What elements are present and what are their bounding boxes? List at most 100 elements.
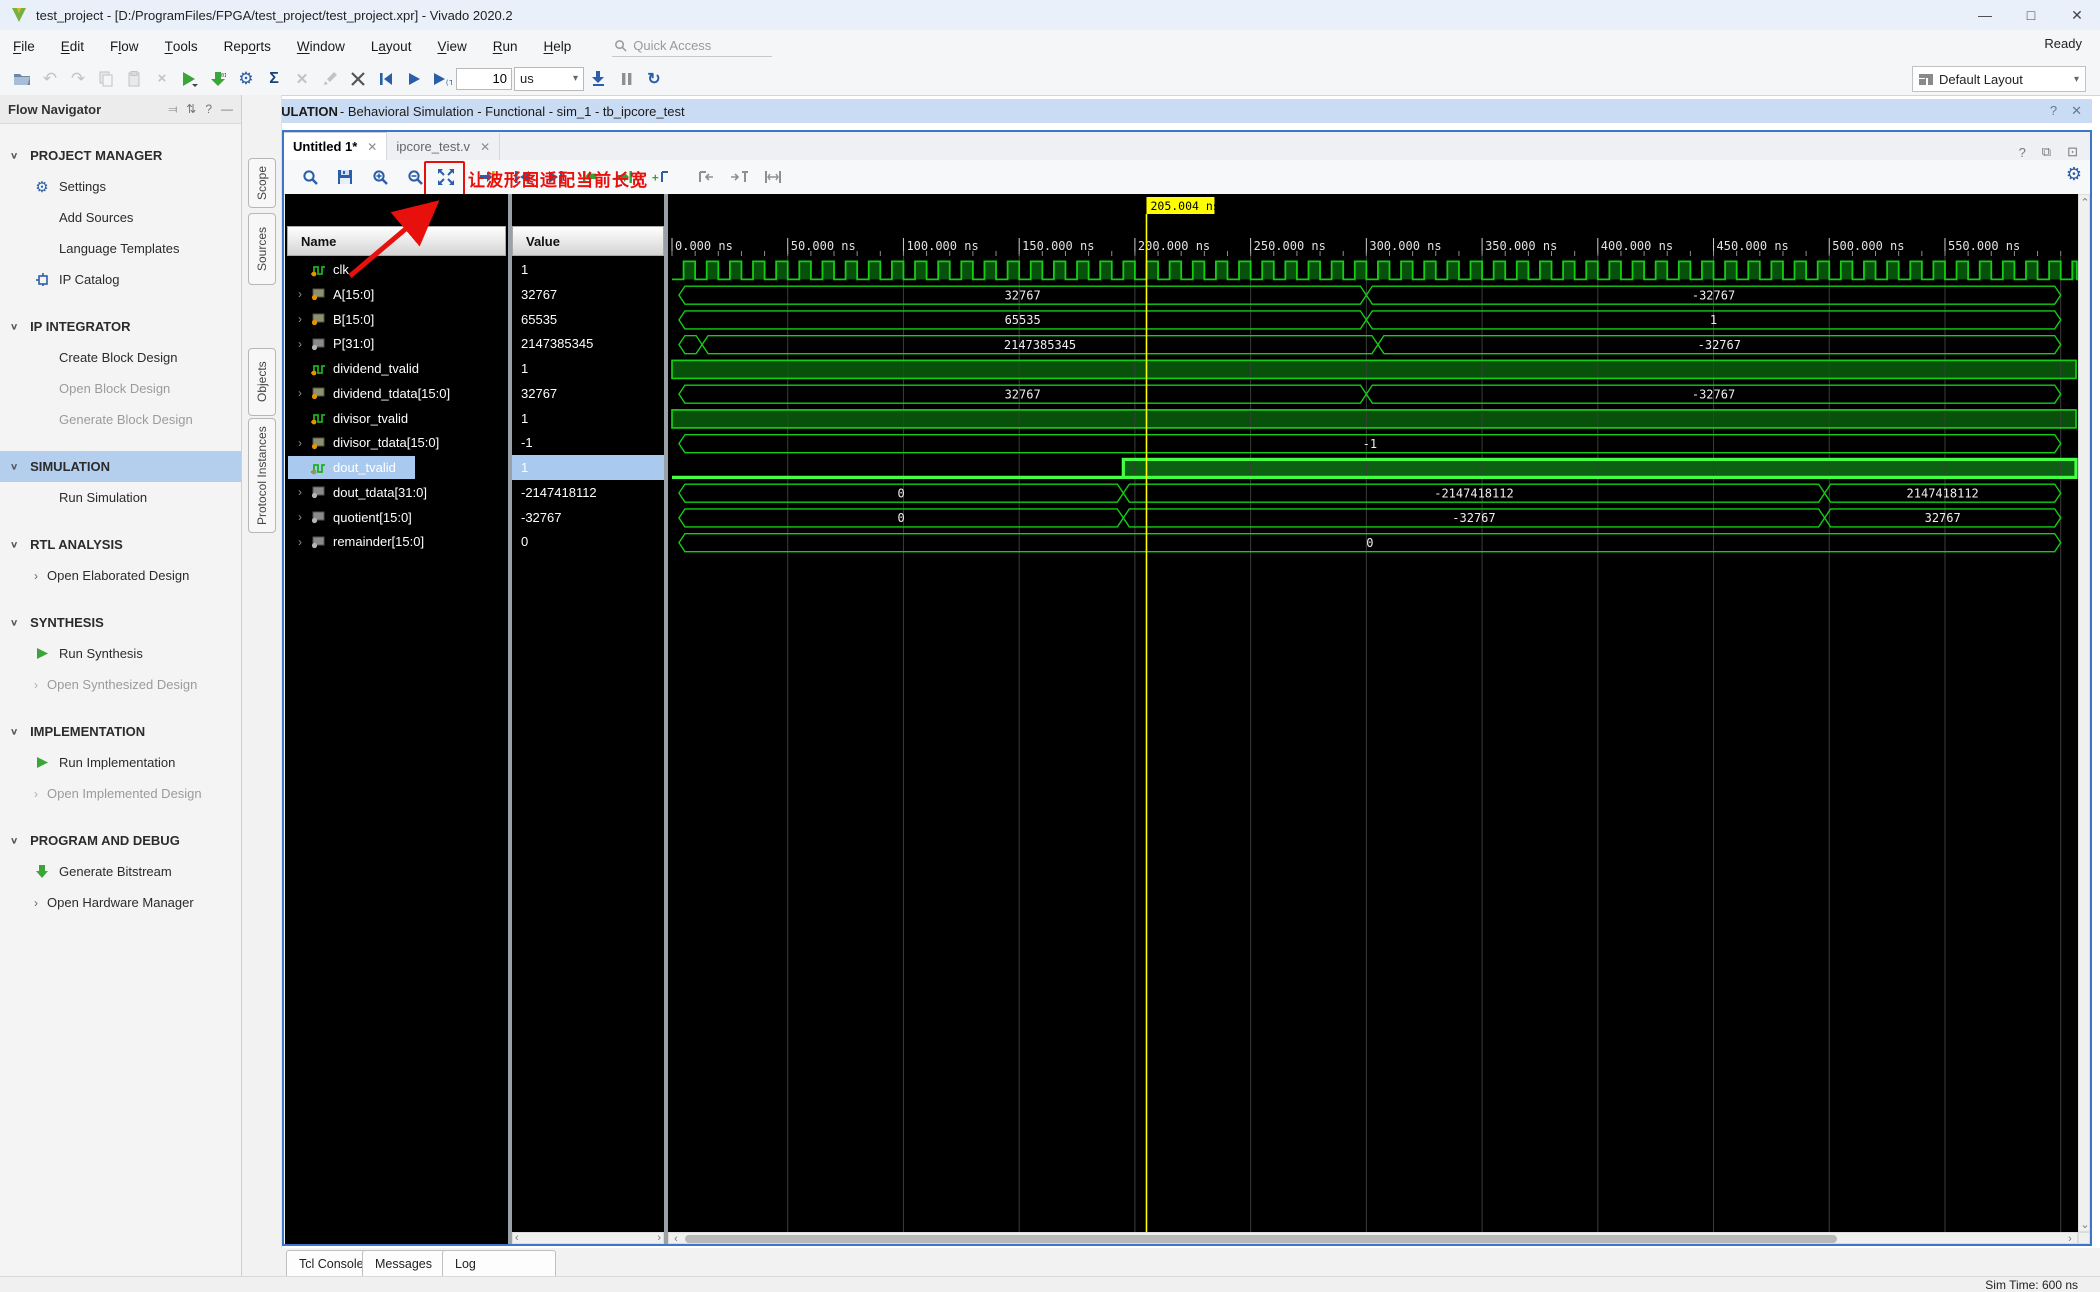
save-wave-config-button[interactable] — [330, 164, 360, 190]
flow-item-generate-block-design[interactable]: Generate Block Design — [0, 404, 241, 435]
zoom-in-button[interactable] — [365, 164, 395, 190]
signal-value-divisor_tvalid[interactable]: 1 — [512, 406, 664, 431]
flow-item-open-hardware-manager[interactable]: › Open Hardware Manager — [0, 887, 241, 918]
flow-item-open-implemented-design[interactable]: › Open Implemented Design — [0, 778, 241, 809]
restart-button[interactable] — [372, 66, 400, 92]
flow-section-implementation[interactable]: ∨ IMPLEMENTATION — [0, 716, 241, 747]
time-unit-select[interactable]: us ▾ — [514, 66, 584, 91]
menu-file[interactable]: File — [0, 30, 48, 62]
open-project-button[interactable] — [8, 66, 36, 92]
menu-help[interactable]: Help — [531, 30, 585, 62]
expand-icon[interactable]: ⇅ — [186, 102, 196, 117]
wave-settings-gear-icon[interactable]: ⚙ — [2066, 164, 2082, 185]
minimize-icon[interactable]: — — [221, 102, 233, 117]
run-button[interactable] — [176, 66, 204, 92]
scroll-down-icon[interactable]: ⌄ — [2079, 1217, 2091, 1231]
signal-value-remainder150[interactable]: 0 — [512, 529, 664, 554]
menu-run[interactable]: Run — [480, 30, 531, 62]
step-button[interactable] — [584, 66, 612, 92]
flow-section-synthesis[interactable]: ∨ SYNTHESIS — [0, 607, 241, 638]
scroll-right-icon[interactable]: › — [2063, 1233, 2077, 1245]
expand-icon[interactable]: › — [293, 312, 307, 326]
signal-value-dout_tdata310[interactable]: -2147418112 — [512, 480, 664, 505]
signal-value-quotient150[interactable]: -32767 — [512, 505, 664, 530]
value-panel-scrollbar[interactable]: ‹ › — [512, 1232, 664, 1244]
scroll-right-icon[interactable]: › — [657, 1232, 661, 1244]
close-button[interactable]: ✕ — [2054, 0, 2100, 30]
run-all-button[interactable] — [400, 66, 428, 92]
menu-flow[interactable]: Fl ow — [97, 30, 152, 62]
flow-item-generate-bitstream[interactable]: Generate Bitstream — [0, 856, 241, 887]
flow-item-language-templates[interactable]: Language Templates — [0, 233, 241, 264]
flow-section-ip-integrator[interactable]: ∨ IP INTEGRATOR — [0, 311, 241, 342]
flow-item-ip-catalog[interactable]: IP Catalog — [0, 264, 241, 295]
break-button[interactable] — [344, 66, 372, 92]
menu-view[interactable]: View — [424, 30, 479, 62]
bottom-tab-log[interactable]: Log — [442, 1250, 556, 1278]
menu-window[interactable]: Window — [284, 30, 358, 62]
flow-section-rtl-analysis[interactable]: ∨ RTL ANALYSIS — [0, 529, 241, 560]
find-button[interactable] — [295, 164, 325, 190]
name-column-header[interactable]: Name — [287, 226, 506, 256]
relaunch-button[interactable]: ↻ — [640, 66, 668, 92]
quick-access-search[interactable]: Quick Access — [612, 36, 773, 57]
expand-icon[interactable]: › — [293, 436, 307, 450]
signal-row-dout_tdata310[interactable]: › dout_tdata[31:0] — [285, 480, 508, 505]
help-icon[interactable]: ? — [2019, 145, 2026, 160]
signal-value-a150[interactable]: 32767 — [512, 282, 664, 307]
tab-ipcore-test[interactable]: ipcore_test.v ✕ — [387, 133, 501, 160]
flow-section-simulation[interactable]: ∨ SIMULATION — [0, 451, 241, 482]
cancel-button[interactable]: ✕ — [288, 66, 316, 92]
redo-button[interactable]: ↷ — [64, 66, 92, 92]
settings-gear-button[interactable]: ⚙ — [232, 66, 260, 92]
expand-icon[interactable]: › — [293, 535, 307, 549]
menu-edit[interactable]: Edit — [48, 30, 97, 62]
scrollbar-thumb[interactable] — [685, 1234, 1837, 1243]
banner-close-icon[interactable]: ✕ — [2071, 103, 2082, 119]
delete-button[interactable]: × — [148, 66, 176, 92]
signal-value-divisor_tdata150[interactable]: -1 — [512, 430, 664, 455]
signal-row-dividend_tdata150[interactable]: › dividend_tdata[15:0] — [285, 381, 508, 406]
signal-row-clk[interactable]: clk — [285, 257, 508, 282]
float-icon[interactable]: ⧉ — [2042, 144, 2051, 160]
side-tab-objects[interactable]: Objects — [248, 348, 276, 416]
flow-item-run-simulation[interactable]: Run Simulation — [0, 482, 241, 513]
flow-item-create-block-design[interactable]: Create Block Design — [0, 342, 241, 373]
signal-row-b150[interactable]: › B[15:0] — [285, 307, 508, 332]
minimize-button[interactable]: — — [1962, 0, 2008, 30]
run-time-input[interactable] — [456, 67, 512, 90]
expand-icon[interactable]: › — [293, 287, 307, 301]
signal-value-p310[interactable]: 2147385345 — [512, 331, 664, 356]
signal-value-dout_tvalid[interactable]: 1 — [512, 455, 664, 480]
signal-row-remainder150[interactable]: › remainder[15:0] — [285, 529, 508, 554]
signal-value-clk[interactable]: 1 — [512, 257, 664, 282]
copy-button[interactable] — [92, 66, 120, 92]
scroll-up-icon[interactable]: ⌃ — [2079, 195, 2091, 209]
signal-row-dividend_tvalid[interactable]: dividend_tvalid — [285, 356, 508, 381]
paste-button[interactable] — [120, 66, 148, 92]
expand-icon[interactable]: › — [293, 485, 307, 499]
flow-item-open-elaborated-design[interactable]: › Open Elaborated Design — [0, 560, 241, 591]
flow-item-run-implementation[interactable]: Run Implementation — [0, 747, 241, 778]
swap-cursors-button[interactable] — [758, 164, 788, 190]
expand-icon[interactable]: › — [293, 510, 307, 524]
signal-row-divisor_tdata150[interactable]: › divisor_tdata[15:0] — [285, 430, 508, 455]
signal-row-divisor_tvalid[interactable]: divisor_tvalid — [285, 406, 508, 431]
layout-selector[interactable]: Default Layout ▾ — [1912, 66, 2086, 92]
banner-help-icon[interactable]: ? — [2050, 103, 2057, 119]
wave-scrollbar[interactable]: ‹ › — [668, 1232, 2078, 1245]
scroll-left-icon[interactable]: ‹ — [515, 1232, 519, 1244]
signal-row-a150[interactable]: › A[15:0] — [285, 282, 508, 307]
side-tab-scope[interactable]: Scope — [248, 158, 276, 208]
expand-icon[interactable]: › — [293, 337, 307, 351]
expand-icon[interactable]: › — [293, 386, 307, 400]
flow-item-open-synthesized-design[interactable]: › Open Synthesized Design — [0, 669, 241, 700]
add-marker-button[interactable]: + — [646, 164, 676, 190]
flow-section-project-manager[interactable]: ∨ PROJECT MANAGER — [0, 140, 241, 171]
generate-bitstream-flow-button[interactable]: 01 — [204, 66, 232, 92]
run-for-button[interactable]: (T) — [428, 66, 456, 92]
maximize-icon[interactable]: ⊡ — [2067, 144, 2078, 160]
signal-row-p310[interactable]: › P[31:0] — [285, 331, 508, 356]
signal-row-quotient150[interactable]: › quotient[15:0] — [285, 505, 508, 530]
report-sum-button[interactable]: Σ — [260, 66, 288, 92]
